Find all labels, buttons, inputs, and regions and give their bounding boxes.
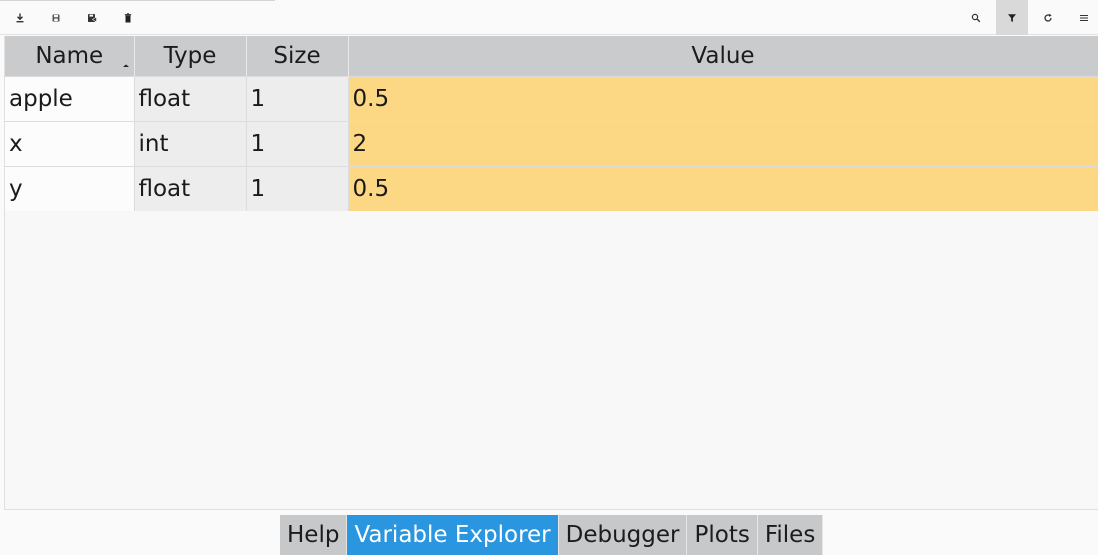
- sort-ascending-icon: [121, 51, 131, 67]
- column-header-size[interactable]: Size: [246, 36, 349, 76]
- table-row[interactable]: x int 1 2: [5, 120, 1098, 166]
- variable-explorer-pane: Name Type Size Value apple float 1 0.5 x…: [0, 0, 1098, 555]
- table-header-row: Name Type Size Value: [5, 36, 1098, 76]
- refresh-icon: [1043, 8, 1053, 27]
- import-data-button[interactable]: [4, 0, 36, 35]
- tab-plots[interactable]: Plots: [687, 515, 758, 555]
- filter-icon: [1007, 8, 1017, 27]
- cell-type[interactable]: float: [134, 165, 247, 211]
- delete-icon: [123, 8, 133, 27]
- cell-type[interactable]: int: [134, 120, 247, 166]
- cell-value[interactable]: 0.5: [348, 75, 1098, 121]
- cell-size[interactable]: 1: [246, 165, 349, 211]
- pane-tab-bar: Help Variable Explorer Debugger Plots Fi…: [280, 515, 824, 555]
- variables-table: Name Type Size Value apple float 1 0.5 x…: [4, 36, 1098, 510]
- cell-size[interactable]: 1: [246, 75, 349, 121]
- refresh-button[interactable]: [1032, 0, 1064, 35]
- tab-debugger[interactable]: Debugger: [558, 515, 688, 555]
- search-icon: [971, 8, 981, 27]
- cell-name[interactable]: x: [5, 120, 135, 166]
- toolbar: [0, 0, 1098, 35]
- column-header-type[interactable]: Type: [134, 36, 247, 76]
- table-row[interactable]: apple float 1 0.5: [5, 75, 1098, 121]
- filter-button[interactable]: [996, 0, 1028, 35]
- column-header-label: Size: [273, 42, 321, 69]
- cell-value[interactable]: 0.5: [348, 165, 1098, 211]
- cell-name[interactable]: apple: [5, 75, 135, 121]
- cell-value[interactable]: 2: [348, 120, 1098, 166]
- menu-icon: [1079, 8, 1089, 27]
- cell-type[interactable]: float: [134, 75, 247, 121]
- column-header-label: Value: [691, 42, 755, 69]
- save-icon: [51, 8, 61, 27]
- search-button[interactable]: [960, 0, 992, 35]
- column-header-name[interactable]: Name: [5, 36, 135, 76]
- column-header-label: Name: [35, 42, 104, 69]
- tab-files[interactable]: Files: [757, 515, 824, 555]
- column-header-label: Type: [163, 42, 217, 69]
- cell-size[interactable]: 1: [246, 120, 349, 166]
- cell-name[interactable]: y: [5, 165, 135, 211]
- table-row[interactable]: y float 1 0.5: [5, 165, 1098, 211]
- options-menu-button[interactable]: [1068, 0, 1098, 35]
- column-header-value[interactable]: Value: [348, 36, 1098, 76]
- tab-help[interactable]: Help: [280, 515, 348, 555]
- save-as-button[interactable]: [76, 0, 108, 35]
- save-as-icon: [87, 8, 97, 27]
- tab-variable-explorer[interactable]: Variable Explorer: [347, 515, 559, 555]
- import-data-icon: [15, 8, 25, 27]
- save-data-button[interactable]: [40, 0, 72, 35]
- remove-all-button[interactable]: [112, 0, 144, 35]
